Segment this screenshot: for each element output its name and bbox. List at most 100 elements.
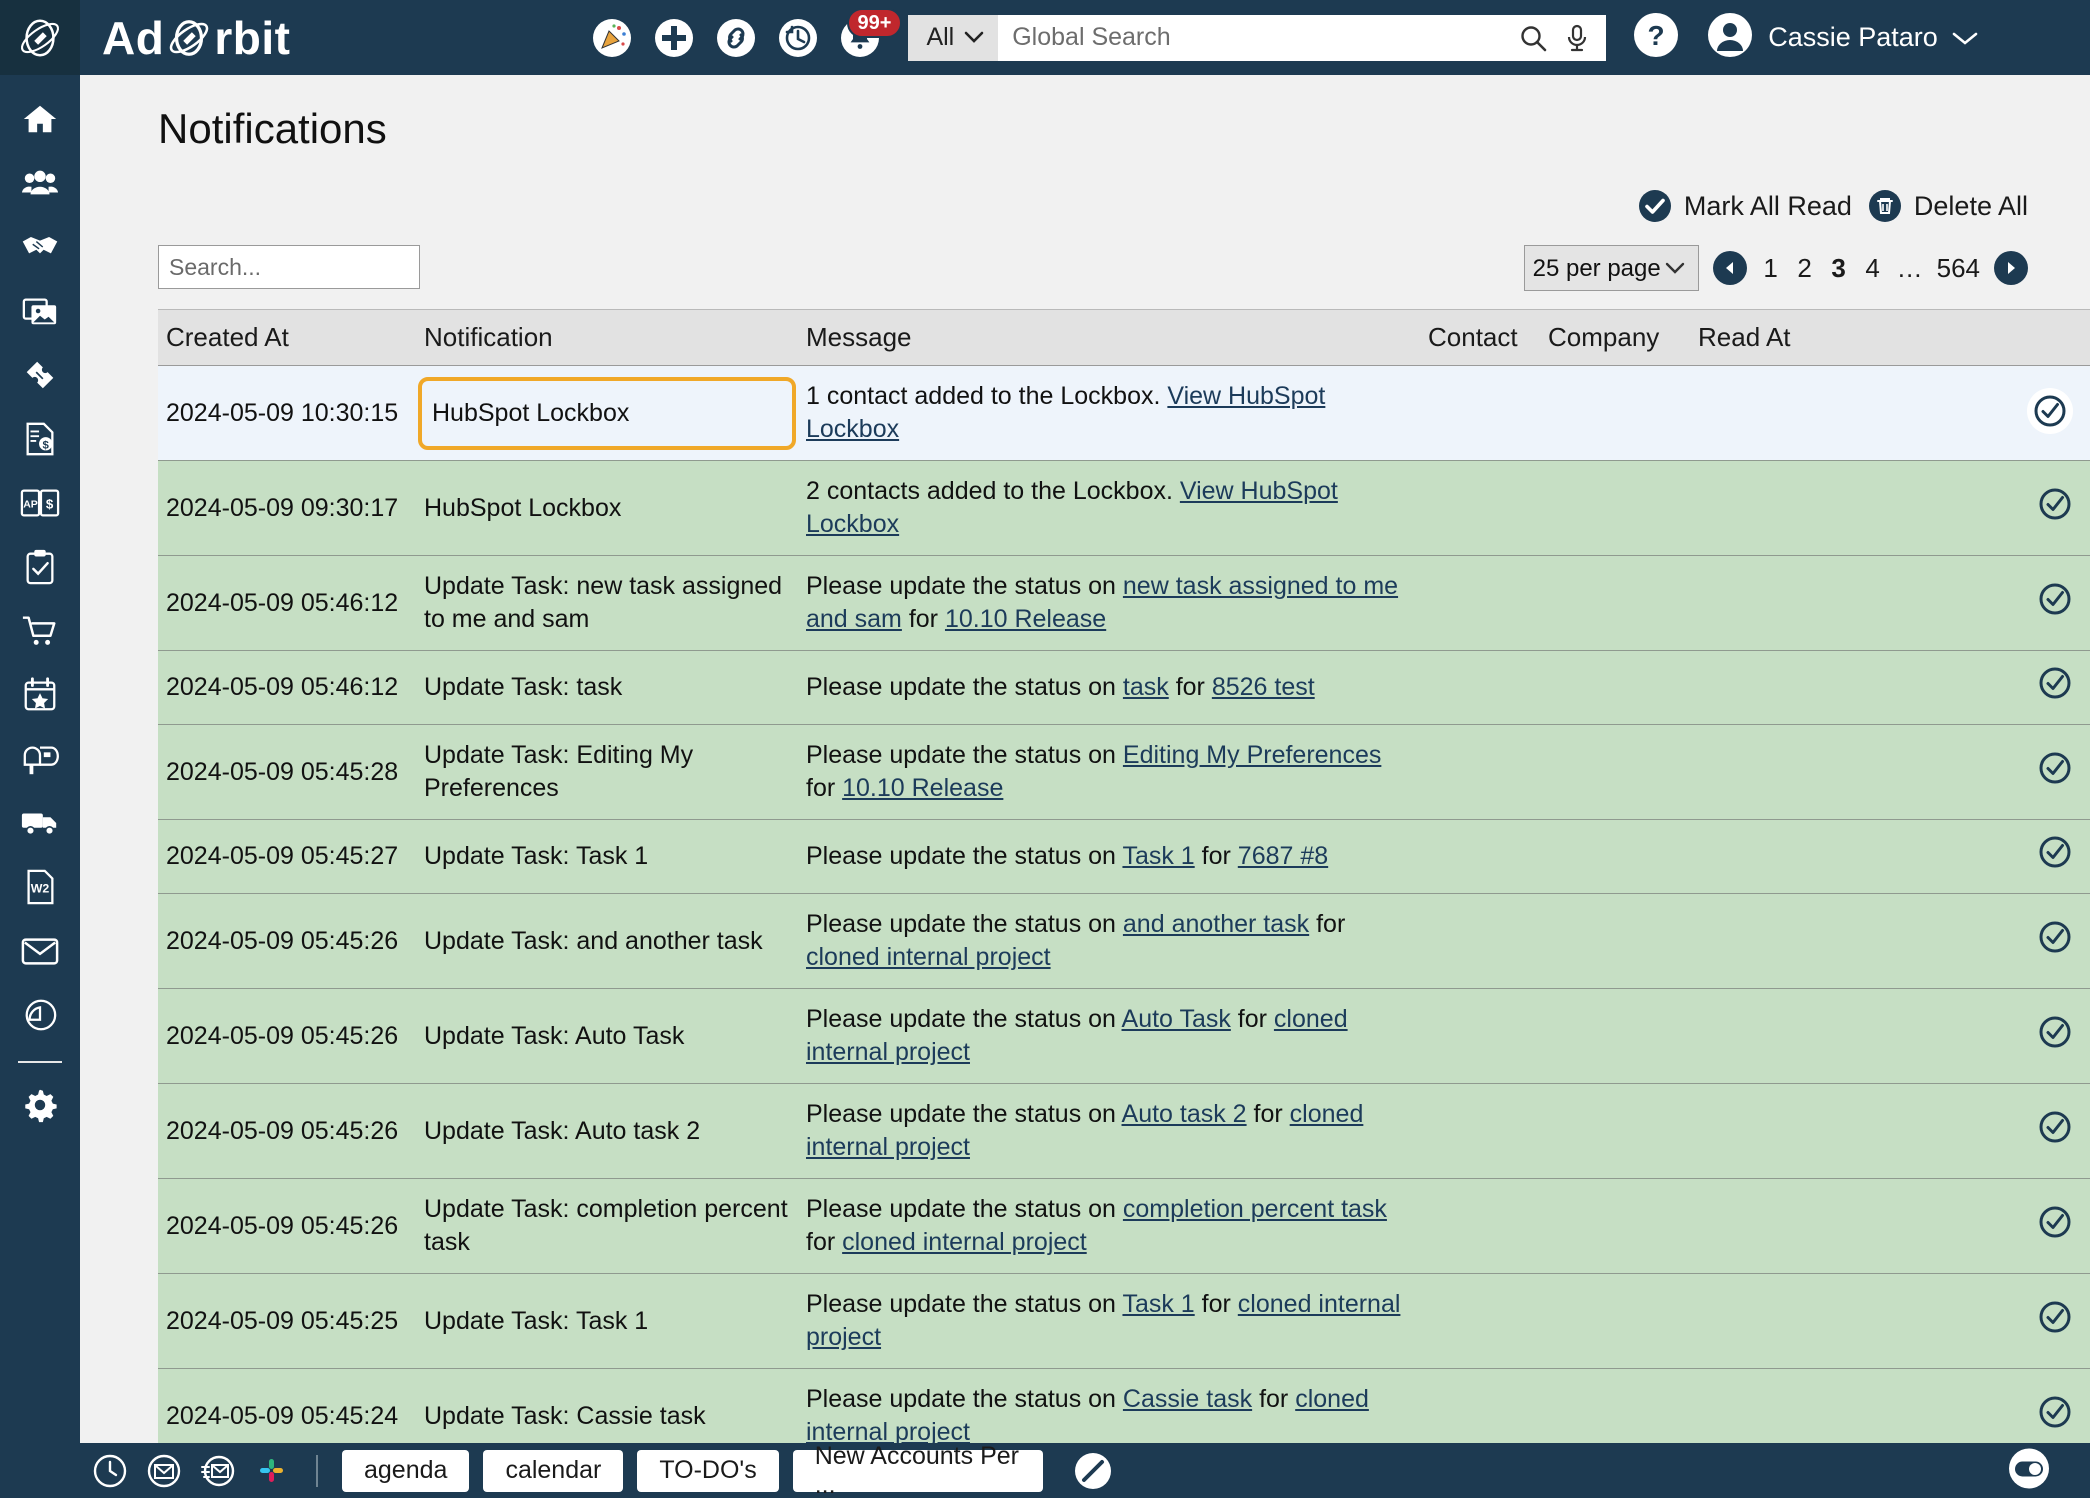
logo-button[interactable] bbox=[0, 0, 80, 75]
table-row[interactable]: 2024-05-09 05:45:27 Update Task: Task 1 Pl… bbox=[158, 819, 2090, 894]
user-menu[interactable]: Cassie Pataro bbox=[1768, 22, 1978, 53]
microphone-icon[interactable] bbox=[1564, 23, 1590, 53]
message-link-secondary[interactable]: 8526 test bbox=[1212, 673, 1315, 701]
column-header-company[interactable]: Company bbox=[1540, 309, 1690, 366]
delete-all-button[interactable]: Delete All bbox=[1868, 189, 2028, 223]
check-circle-outline-icon[interactable] bbox=[2037, 1394, 2073, 1430]
table-row[interactable]: 2024-05-09 10:30:15 HubSpot Lockbox 1 cont… bbox=[158, 365, 2090, 461]
sidebar-item-deals[interactable] bbox=[0, 215, 80, 279]
sidebar-item-events[interactable] bbox=[0, 663, 80, 727]
sidebar-item-orders[interactable] bbox=[0, 599, 80, 663]
avatar[interactable] bbox=[1706, 11, 1754, 64]
envelope-lines-icon[interactable] bbox=[198, 1451, 238, 1491]
column-header-created-at[interactable]: Created At bbox=[158, 309, 416, 366]
message-link-primary[interactable]: Auto Task bbox=[1122, 1005, 1231, 1033]
table-row[interactable]: 2024-05-09 05:45:26 Update Task: and anot… bbox=[158, 893, 2090, 989]
pagination-page-2[interactable]: 2 bbox=[1795, 253, 1815, 284]
sidebar-item-invoices[interactable]: $ bbox=[0, 407, 80, 471]
taskbar-tab-todos[interactable]: TO-DO's bbox=[637, 1449, 779, 1492]
column-header-contact[interactable]: Contact bbox=[1420, 309, 1540, 366]
pagination-prev-button[interactable] bbox=[1712, 251, 1747, 285]
check-circle-outline-icon[interactable] bbox=[2037, 750, 2073, 786]
check-circle-outline-icon[interactable] bbox=[2037, 665, 2073, 701]
table-row[interactable]: 2024-05-09 05:46:12 Update Task: task Plea… bbox=[158, 650, 2090, 725]
sidebar-item-reports[interactable] bbox=[0, 983, 80, 1047]
check-circle-outline-icon[interactable] bbox=[2037, 919, 2073, 955]
party-popper-icon[interactable] bbox=[590, 16, 634, 60]
table-row[interactable]: 2024-05-09 05:45:24 Update Task: Cassie t… bbox=[158, 1368, 2090, 1443]
pagination-last-page[interactable]: 564 bbox=[1937, 253, 1980, 284]
check-circle-outline-icon[interactable] bbox=[2037, 581, 2073, 617]
column-header-notification[interactable]: Notification bbox=[416, 309, 798, 366]
pagination: 25 per page 1 2 3 4 … 564 bbox=[1523, 245, 2028, 291]
message-link-primary[interactable]: Cassie task bbox=[1123, 1385, 1252, 1413]
help-button[interactable]: ? bbox=[1632, 11, 1680, 64]
check-circle-outline-icon[interactable] bbox=[2037, 486, 2073, 522]
table-row[interactable]: 2024-05-09 05:45:26 Update Task: Auto Tas… bbox=[158, 988, 2090, 1084]
link-circle-icon[interactable] bbox=[714, 16, 758, 60]
column-header-message[interactable]: Message bbox=[798, 309, 1420, 366]
taskbar-tab-calendar[interactable]: calendar bbox=[483, 1449, 624, 1492]
sidebar-item-distribution[interactable] bbox=[0, 791, 80, 855]
sidebar-item-settings[interactable] bbox=[0, 1073, 80, 1137]
sidebar-item-email[interactable] bbox=[0, 919, 80, 983]
message-link-primary[interactable]: completion percent task bbox=[1123, 1195, 1387, 1223]
bell-icon[interactable]: 99+ bbox=[838, 7, 903, 60]
sidebar-toggle-button[interactable] bbox=[2006, 1445, 2052, 1496]
pagination-page-3-current[interactable]: 3 bbox=[1829, 253, 1849, 284]
sidebar-item-media[interactable] bbox=[0, 279, 80, 343]
compose-button[interactable] bbox=[1073, 1451, 1113, 1491]
magnifier-icon[interactable] bbox=[1518, 23, 1548, 53]
check-circle-outline-icon[interactable] bbox=[2037, 1299, 2073, 1335]
sidebar-item-ap-payments[interactable]: AP $ bbox=[0, 471, 80, 535]
message-link-primary[interactable]: Auto task 2 bbox=[1122, 1100, 1247, 1128]
table-row[interactable]: 2024-05-09 05:45:26 Update Task: Auto tas… bbox=[158, 1083, 2090, 1179]
sidebar-item-tasks[interactable] bbox=[0, 535, 80, 599]
sidebar-item-w2-documents[interactable]: W2 bbox=[0, 855, 80, 919]
table-row[interactable]: 2024-05-09 09:30:17 HubSpot Lockbox 2 cont… bbox=[158, 460, 2090, 556]
table-row[interactable]: 2024-05-09 05:45:28 Update Task: Editing … bbox=[158, 724, 2090, 820]
message-link-secondary[interactable]: 10.10 Release bbox=[945, 605, 1106, 633]
taskbar-tab-agenda[interactable]: agenda bbox=[342, 1449, 470, 1492]
check-circle-outline-icon[interactable] bbox=[2027, 388, 2073, 434]
message-link-secondary[interactable]: 10.10 Release bbox=[842, 774, 1003, 802]
search-scope-dropdown[interactable]: All bbox=[908, 14, 999, 61]
pagination-page-4[interactable]: 4 bbox=[1863, 253, 1883, 284]
table-row[interactable]: 2024-05-09 05:45:25 Update Task: Task 1 Pl… bbox=[158, 1273, 2090, 1369]
message-link-primary[interactable]: Task 1 bbox=[1122, 842, 1194, 870]
history-clock-icon[interactable] bbox=[776, 16, 820, 60]
check-circle-outline-icon[interactable] bbox=[2037, 1109, 2073, 1145]
message-link-primary[interactable]: task bbox=[1123, 673, 1169, 701]
message-link-primary[interactable]: Editing My Preferences bbox=[1123, 741, 1381, 769]
slack-icon[interactable] bbox=[252, 1451, 292, 1491]
images-icon bbox=[22, 298, 57, 325]
sidebar-item-home[interactable] bbox=[0, 87, 80, 151]
envelope-circle-icon[interactable] bbox=[144, 1451, 184, 1491]
message-link-secondary[interactable]: cloned internal project bbox=[842, 1228, 1087, 1256]
message-link-secondary[interactable]: cloned internal project bbox=[806, 943, 1051, 971]
message-link-primary[interactable]: and another task bbox=[1123, 910, 1309, 938]
taskbar-tab-new-accounts[interactable]: New Accounts Per ... bbox=[792, 1442, 1043, 1498]
message-link-primary[interactable]: Task 1 bbox=[1122, 1290, 1194, 1318]
plus-circle-icon[interactable] bbox=[652, 16, 696, 60]
mark-all-read-button[interactable]: Mark All Read bbox=[1638, 189, 1852, 223]
table-row[interactable]: 2024-05-09 05:45:26 Update Task: completi… bbox=[158, 1178, 2090, 1274]
pagination-next-button[interactable] bbox=[1994, 251, 2028, 285]
sidebar-item-mailbox[interactable] bbox=[0, 727, 80, 791]
global-search-input[interactable] bbox=[998, 14, 1519, 61]
check-circle-outline-icon[interactable] bbox=[2037, 834, 2073, 870]
per-page-select[interactable]: 25 per page bbox=[1523, 245, 1699, 291]
check-circle-outline-icon[interactable] bbox=[2037, 1014, 2073, 1050]
cell-company bbox=[1540, 650, 1690, 725]
cell-company bbox=[1540, 365, 1690, 461]
pagination-page-1[interactable]: 1 bbox=[1761, 253, 1781, 284]
search-input[interactable] bbox=[158, 245, 420, 289]
sidebar-item-tickets[interactable] bbox=[0, 343, 80, 407]
column-header-read-at[interactable]: Read At bbox=[1690, 309, 1990, 366]
check-circle-outline-icon[interactable] bbox=[2037, 1204, 2073, 1240]
clock-icon[interactable] bbox=[90, 1451, 130, 1491]
table-row[interactable]: 2024-05-09 05:46:12 Update Task: new task… bbox=[158, 555, 2090, 651]
highlighted-notification-cell[interactable]: HubSpot Lockbox bbox=[418, 376, 796, 450]
sidebar-item-contacts[interactable] bbox=[0, 151, 80, 215]
message-link-secondary[interactable]: 7687 #8 bbox=[1238, 842, 1328, 870]
